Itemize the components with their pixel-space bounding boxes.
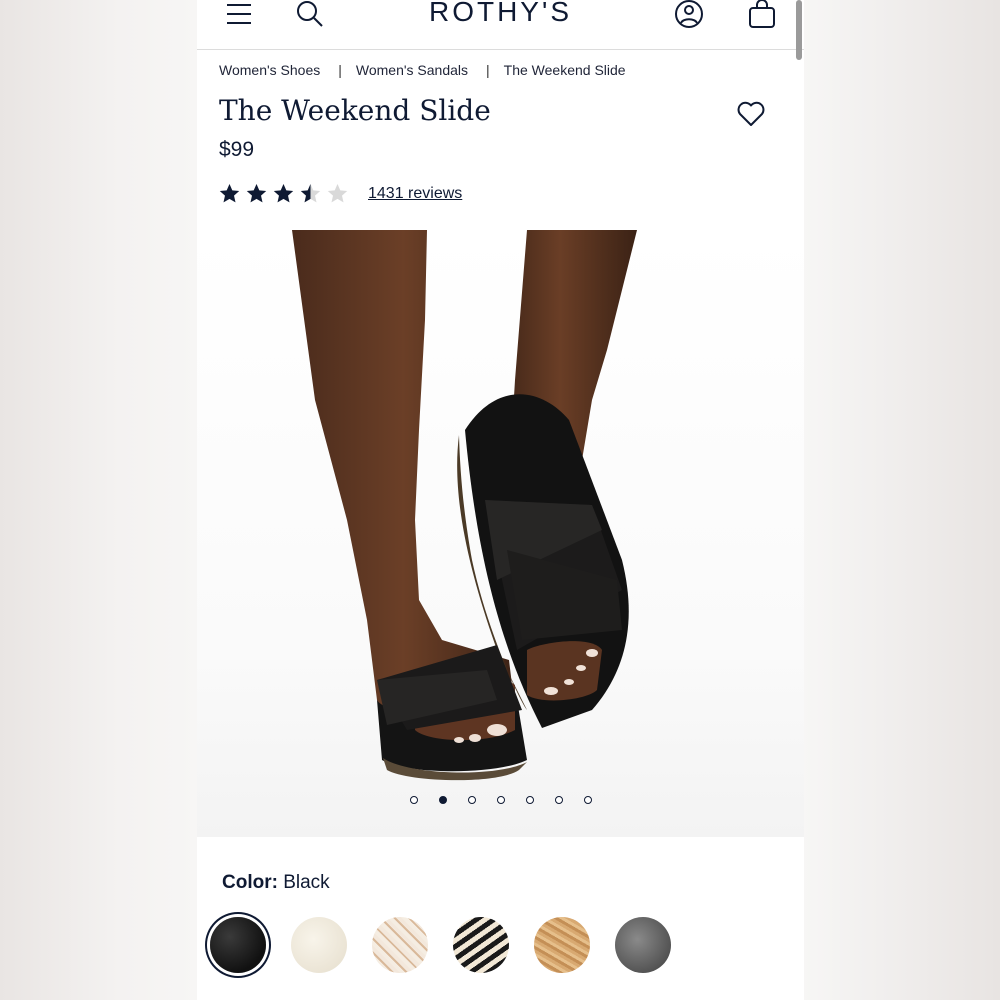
swatch-grey[interactable] xyxy=(615,917,671,973)
breadcrumb-womens-sandals[interactable]: Women's Sandals xyxy=(356,62,468,78)
star-icon xyxy=(273,184,294,203)
gallery-dot[interactable] xyxy=(496,796,505,804)
star-rating xyxy=(219,183,348,204)
product-image[interactable] xyxy=(197,230,804,837)
product-photo-illustration xyxy=(292,230,637,781)
product-price: $99 xyxy=(219,138,255,161)
star-icon xyxy=(246,184,267,203)
color-label-prefix: Color: xyxy=(222,872,278,893)
breadcrumb-current[interactable]: The Weekend Slide xyxy=(504,62,626,78)
reviews-link[interactable]: 1431 reviews xyxy=(368,185,462,203)
swatch-woven-neutral[interactable] xyxy=(372,917,428,973)
swatch-natural-raffia[interactable] xyxy=(534,917,590,973)
bag-icon[interactable] xyxy=(742,0,782,34)
gallery-dot[interactable] xyxy=(438,796,447,804)
gallery-dot[interactable] xyxy=(525,796,534,804)
gallery-dot[interactable] xyxy=(409,796,418,804)
color-label: Color: Black xyxy=(222,872,330,894)
gallery-dot[interactable] xyxy=(583,796,592,804)
account-icon[interactable] xyxy=(669,0,709,34)
gallery-dot[interactable] xyxy=(554,796,563,804)
breadcrumb-womens-shoes[interactable]: Women's Shoes xyxy=(219,62,320,78)
wishlist-heart-icon[interactable] xyxy=(735,98,767,130)
star-icon xyxy=(327,184,348,203)
breadcrumb-separator: | xyxy=(486,62,490,78)
color-swatches xyxy=(210,917,671,973)
site-logo[interactable]: ROTHY'S xyxy=(197,0,804,30)
breadcrumb: Women's Shoes | Women's Sandals | The We… xyxy=(219,62,626,78)
swatch-black-cream-stripe[interactable] xyxy=(453,917,509,973)
star-icon xyxy=(300,184,321,203)
swatch-cream[interactable] xyxy=(291,917,347,973)
swatch-black[interactable] xyxy=(210,917,266,973)
color-selector: Color: Black xyxy=(197,837,804,1000)
product-title: The Weekend Slide xyxy=(219,94,491,127)
gallery-dot[interactable] xyxy=(467,796,476,804)
gallery-pagination xyxy=(197,796,804,804)
scrollbar[interactable] xyxy=(796,0,802,60)
rating-row: 1431 reviews xyxy=(219,183,462,204)
mobile-page: ROTHY'S Women's Shoes | Women's Sandals … xyxy=(197,0,804,1000)
star-icon xyxy=(219,184,240,203)
site-header: ROTHY'S xyxy=(197,0,804,60)
selected-color-name: Black xyxy=(283,872,330,893)
breadcrumb-separator: | xyxy=(338,62,342,78)
